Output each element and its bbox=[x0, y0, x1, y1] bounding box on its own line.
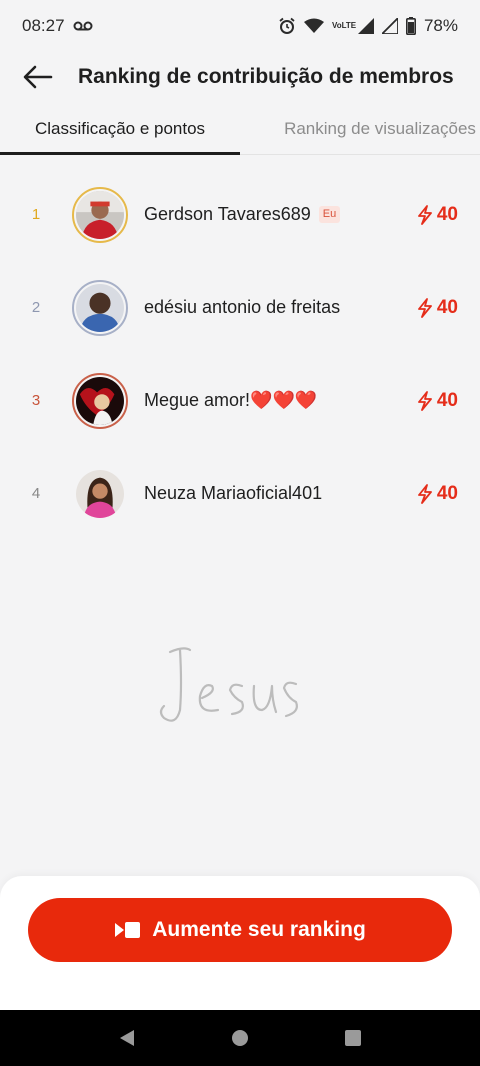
nav-recents-icon[interactable] bbox=[344, 1029, 362, 1047]
points-value: 40 bbox=[436, 203, 458, 225]
avatar-photo bbox=[76, 283, 124, 332]
avatar-photo bbox=[76, 376, 124, 425]
member-name: Neuza Mariaoficial401 bbox=[144, 483, 323, 503]
member-name: Gerdson Tavares689 bbox=[144, 204, 311, 224]
page-title: Ranking de contribuição de membros bbox=[78, 65, 454, 88]
arrow-left-icon bbox=[23, 65, 53, 89]
self-badge: Eu bbox=[318, 206, 341, 223]
points: 40 bbox=[417, 390, 458, 412]
battery-icon bbox=[405, 17, 416, 35]
avatar[interactable] bbox=[72, 465, 128, 522]
ranking-row[interactable]: 1 Gerdson Tavares689 Eu 40 bbox=[0, 168, 480, 261]
avatar-photo bbox=[76, 469, 124, 518]
app-header: Ranking de contribuição de membros bbox=[0, 52, 480, 102]
video-icon bbox=[115, 922, 141, 938]
avatar[interactable] bbox=[72, 186, 128, 243]
rank-number: 3 bbox=[31, 392, 41, 409]
signal-2-icon bbox=[381, 18, 398, 34]
boost-ranking-button[interactable]: Aumente seu ranking bbox=[28, 898, 452, 962]
back-button[interactable] bbox=[18, 57, 58, 97]
points-value: 40 bbox=[436, 296, 458, 318]
rank-number: 2 bbox=[31, 299, 41, 316]
ranking-row[interactable]: 2 edésiu antonio de freitas 40 bbox=[0, 261, 480, 354]
avatar-photo bbox=[76, 190, 124, 239]
bottom-sheet: Aumente seu ranking bbox=[0, 876, 480, 1010]
tab-visualizacoes[interactable]: Ranking de visualizações bbox=[240, 104, 480, 154]
points: 40 bbox=[417, 297, 458, 319]
alarm-icon bbox=[279, 17, 295, 34]
signal-icon bbox=[357, 18, 374, 34]
nav-back-icon[interactable] bbox=[118, 1028, 136, 1048]
points-value: 40 bbox=[436, 389, 458, 411]
lightning-icon bbox=[417, 483, 432, 504]
battery-level: 78% bbox=[423, 16, 458, 35]
rank-number: 4 bbox=[31, 485, 41, 502]
rank-number: 1 bbox=[31, 206, 41, 223]
points: 40 bbox=[417, 483, 458, 505]
tab-classificacao[interactable]: Classificação e pontos bbox=[0, 104, 240, 155]
avatar[interactable] bbox=[72, 372, 128, 429]
status-time: 08:27 bbox=[22, 16, 65, 35]
lightning-icon bbox=[417, 297, 432, 318]
wifi-icon bbox=[303, 18, 324, 33]
member-name: Megue amor!❤️❤️❤️ bbox=[144, 390, 318, 410]
points: 40 bbox=[417, 204, 458, 226]
volte-label: VoLTE bbox=[331, 21, 357, 30]
ranking-list: 1 Gerdson Tavares689 Eu 40 2 edésiu anto… bbox=[0, 168, 480, 540]
status-bar: 08:27 VoLTE 78% bbox=[0, 0, 480, 52]
member-name: edésiu antonio de freitas bbox=[144, 297, 341, 317]
ranking-row[interactable]: 3 Megue amor!❤️❤️❤️ 40 bbox=[0, 354, 480, 447]
boost-ranking-label: Aumente seu ranking bbox=[152, 918, 366, 941]
nav-home-icon[interactable] bbox=[231, 1029, 249, 1047]
voicemail-icon bbox=[73, 21, 93, 31]
jesus-watermark bbox=[159, 647, 298, 722]
avatar[interactable] bbox=[72, 279, 128, 336]
system-nav-bar bbox=[0, 1010, 480, 1066]
lightning-icon bbox=[417, 204, 432, 225]
tab-bar: Classificação e pontos Ranking de visual… bbox=[0, 104, 480, 155]
points-value: 40 bbox=[436, 482, 458, 504]
lightning-icon bbox=[417, 390, 432, 411]
ranking-row[interactable]: 4 Neuza Mariaoficial401 40 bbox=[0, 447, 480, 540]
